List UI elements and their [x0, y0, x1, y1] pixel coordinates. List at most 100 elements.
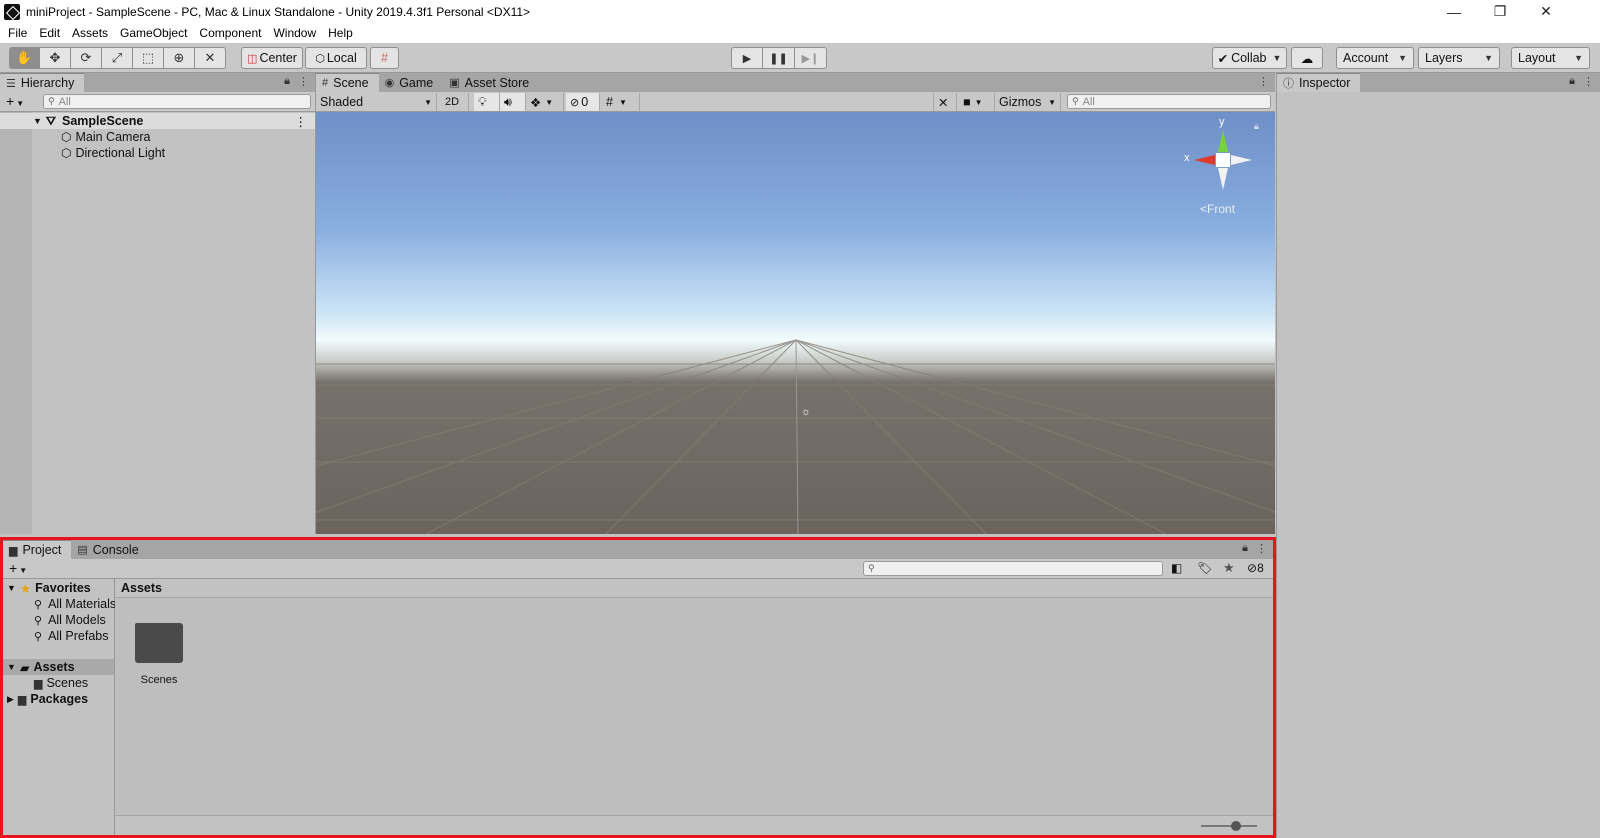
menu-gameobject[interactable]: GameObject — [114, 26, 193, 40]
scene-row[interactable]: ▼ ⛛ SampleScene ⋮ — [0, 113, 315, 129]
view-front-label[interactable]: <Front — [1200, 202, 1235, 216]
project-tab-label: Project — [22, 543, 62, 557]
effects-dropdown[interactable]: ❖ ▼ — [526, 93, 564, 111]
lock-icon[interactable]: 🔒︎ — [1242, 542, 1248, 555]
play-button[interactable]: ▶ — [731, 47, 763, 69]
kebab-menu-icon[interactable]: ⋮ — [298, 75, 309, 88]
project-search-input[interactable]: ⚲ — [863, 561, 1163, 576]
menu-file[interactable]: File — [2, 26, 33, 40]
tree-favorite-item[interactable]: ⚲ All Materials — [3, 596, 116, 612]
folder-large-icon — [135, 623, 183, 663]
gizmos-dropdown[interactable]: Gizmos ▼ — [995, 93, 1061, 111]
grid-snap-button[interactable]: # — [370, 47, 399, 69]
shading-mode-dropdown[interactable]: Shaded ▼ — [316, 93, 437, 111]
menu-edit[interactable]: Edit — [33, 26, 66, 40]
expand-arrow-icon[interactable]: ▼ — [33, 116, 42, 126]
hierarchy-item-directional-light[interactable]: ⬡ Directional Light — [0, 145, 315, 161]
pause-button[interactable]: ❚❚ — [763, 47, 795, 69]
search-icon: ⚲ — [1072, 96, 1079, 106]
search-by-label-icon[interactable]: 🏷︎ — [1197, 561, 1212, 575]
collab-dropdown[interactable]: ✔ Collab ▼ — [1212, 47, 1287, 69]
icon-size-slider[interactable] — [1201, 821, 1257, 831]
scene-search-input[interactable]: ⚲ All — [1067, 94, 1271, 109]
tab-console[interactable]: ▤ Console — [71, 540, 148, 559]
asset-folder-scenes[interactable]: Scenes — [133, 619, 185, 699]
tab-game[interactable]: ◉ Game — [379, 73, 444, 92]
close-button[interactable]: ✕ — [1523, 0, 1569, 23]
gizmo-lock-icon[interactable]: 🔒︎ — [1254, 121, 1259, 132]
effects-icon: ❖ — [530, 95, 542, 110]
layers-dropdown[interactable]: Layers ▼ — [1418, 47, 1500, 69]
create-dropdown[interactable]: + ▼ — [9, 560, 27, 576]
tree-favorite-item[interactable]: ⚲ All Models — [3, 612, 114, 628]
step-button[interactable]: ▶❙ — [795, 47, 827, 69]
project-footer — [115, 815, 1273, 835]
tree-favorite-item[interactable]: ⚲ All Prefabs — [3, 628, 114, 644]
chevron-down-icon: ▼ — [1574, 53, 1583, 63]
tree-favorites[interactable]: ▼ ★ Favorites — [3, 580, 114, 596]
kebab-menu-icon[interactable]: ⋮ — [1258, 75, 1269, 88]
pivot-center-button[interactable]: ◫ Center — [241, 47, 303, 69]
layout-dropdown[interactable]: Layout ▼ — [1511, 47, 1590, 69]
tab-inspector[interactable]: ⓘ Inspector — [1277, 73, 1361, 92]
slider-thumb[interactable] — [1231, 821, 1241, 831]
minimize-button[interactable]: — — [1431, 0, 1477, 23]
expand-arrow-icon[interactable]: ▼ — [7, 662, 16, 672]
gizmo-axis-y: y — [1219, 116, 1225, 128]
scene-viewport[interactable]: ☼ y x 🔒︎ <Front — [316, 112, 1275, 534]
kebab-menu-icon[interactable]: ⋮ — [1583, 75, 1594, 88]
hand-tool-button[interactable]: ✋ — [9, 47, 40, 69]
tree-scenes-folder[interactable]: ▆ Scenes — [3, 675, 114, 691]
kebab-menu-icon[interactable]: ⋮ — [1256, 542, 1267, 555]
cloud-button[interactable]: ☁ — [1291, 47, 1323, 69]
hierarchy-item-main-camera[interactable]: ⬡ Main Camera — [0, 129, 315, 145]
tree-assets[interactable]: ▼ ▰ Assets — [3, 659, 114, 675]
lock-icon[interactable]: 🔒︎ — [284, 75, 290, 88]
move-tool-button[interactable]: ✥ — [40, 47, 71, 69]
collab-label: Collab — [1231, 51, 1267, 65]
pivot-local-button[interactable]: ⬡ Local — [305, 47, 367, 69]
create-dropdown[interactable]: + ▼ — [6, 93, 24, 109]
menu-component[interactable]: Component — [193, 26, 267, 40]
tab-hierarchy[interactable]: ☰ Hierarchy — [0, 73, 85, 92]
assets-breadcrumb[interactable]: Assets — [115, 579, 1273, 598]
toggle-2d-button[interactable]: 2D — [441, 93, 469, 111]
hidden-packages-toggle[interactable]: ⊘8 — [1247, 561, 1264, 575]
custom-tool-button[interactable]: ✕ — [195, 47, 226, 69]
search-by-type-icon[interactable]: ◧ — [1171, 561, 1182, 575]
collapse-arrow-icon[interactable]: ▶ — [7, 694, 14, 705]
scale-tool-button[interactable]: ⤢ — [102, 47, 133, 69]
lock-icon[interactable]: 🔒︎ — [1569, 75, 1575, 88]
project-tabbar: ▆ Project ▤ Console 🔒︎ ⋮ — [3, 540, 1273, 559]
favorite-label: All Models — [48, 613, 106, 627]
transform-tool-button[interactable]: ⊕ — [164, 47, 195, 69]
expand-arrow-icon[interactable]: ▼ — [7, 583, 16, 593]
tab-scene[interactable]: # Scene — [316, 73, 379, 92]
light-gizmo-icon[interactable]: ☼ — [801, 406, 811, 418]
grid-dropdown[interactable]: # ▼ — [602, 93, 640, 111]
tab-project[interactable]: ▆ Project — [3, 540, 72, 559]
maximize-button[interactable]: ❐ — [1477, 0, 1523, 23]
camera-dropdown[interactable]: ■ ▼ — [959, 93, 995, 111]
tree-packages[interactable]: ▶ ▆ Packages — [3, 691, 114, 707]
project-panel: ▆ Project ▤ Console 🔒︎ ⋮ + ▼ ⚲ ◧ 🏷︎ ★ ⊘8 … — [0, 537, 1276, 838]
scene-tools-button[interactable]: ✕ — [933, 93, 957, 111]
scene-menu-icon[interactable]: ⋮ — [295, 114, 308, 129]
title-bar: miniProject - SampleScene - PC, Mac & Li… — [0, 0, 1600, 23]
menu-bar: File Edit Assets GameObject Component Wi… — [0, 23, 1600, 43]
hierarchy-search-input[interactable]: ⚲ All — [43, 94, 311, 109]
lighting-toggle[interactable]: 💡︎ — [474, 93, 500, 111]
rotate-tool-button[interactable]: ⟳ — [71, 47, 102, 69]
hidden-objects-toggle[interactable]: ⊘ 0 — [566, 93, 600, 111]
menu-window[interactable]: Window — [267, 26, 322, 40]
account-dropdown[interactable]: Account ▼ — [1336, 47, 1414, 69]
rect-tool-button[interactable]: ⬚ — [133, 47, 164, 69]
menu-assets[interactable]: Assets — [66, 26, 114, 40]
search-icon: ⚲ — [34, 614, 43, 627]
view-label-text: Front — [1207, 202, 1236, 216]
menu-help[interactable]: Help — [322, 26, 359, 40]
tab-asset-store[interactable]: ▣ Asset Store — [443, 73, 539, 92]
favorite-star-icon[interactable]: ★ — [1223, 560, 1235, 576]
orientation-gizmo[interactable] — [1183, 120, 1263, 200]
audio-toggle[interactable]: 🔊︎ — [500, 93, 526, 111]
